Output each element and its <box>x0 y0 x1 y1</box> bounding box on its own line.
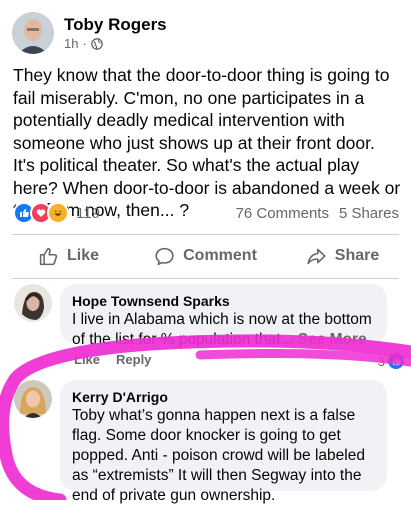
share-button[interactable]: Share <box>274 236 411 276</box>
shares-count[interactable]: 5 Shares <box>339 205 399 222</box>
thumbs-up-icon <box>39 247 58 265</box>
comment-like-button[interactable]: Like <box>74 352 100 370</box>
comment-item: Kerry D'Arrigo Toby what’s gonna happen … <box>14 380 387 504</box>
post-time[interactable]: 1h <box>64 35 78 53</box>
comment-text: Toby what’s gonna happen next is a false… <box>72 407 365 504</box>
commenter-avatar[interactable] <box>14 284 52 322</box>
comment-bubble: Hope Townsend Sparks I live in Alabama w… <box>60 284 387 348</box>
share-arrow-icon <box>307 248 326 264</box>
author-avatar[interactable] <box>12 12 54 54</box>
comment-button[interactable]: Comment <box>137 236 274 276</box>
action-bar: Like Comment Share <box>0 236 411 276</box>
like-reaction-icon <box>388 353 404 369</box>
reactions-row: 119 76 Comments 5 Shares <box>13 202 399 224</box>
comment-bubble: Kerry D'Arrigo Toby what’s gonna happen … <box>60 380 387 504</box>
commenter-name[interactable]: Kerry D'Arrigo <box>72 388 375 406</box>
commenter-name[interactable]: Hope Townsend Sparks <box>72 292 375 310</box>
reaction-count[interactable]: 119 <box>76 205 100 222</box>
divider <box>12 278 399 279</box>
divider <box>12 234 399 235</box>
comments-count[interactable]: 76 Comments <box>236 205 329 222</box>
author-name[interactable]: Toby Rogers <box>64 14 167 35</box>
comment-reactions[interactable]: 3 <box>378 352 404 370</box>
comment-reply-button[interactable]: Reply <box>116 352 151 370</box>
comment-item: Hope Townsend Sparks I live in Alabama w… <box>14 284 387 348</box>
post-header: Toby Rogers 1h · <box>12 12 167 54</box>
comment-actions: Like Reply 3 <box>74 352 404 370</box>
globe-icon <box>90 37 103 50</box>
see-more-link[interactable]: See More <box>298 331 367 348</box>
commenter-avatar[interactable] <box>14 380 52 418</box>
comment-bubble-icon <box>155 247 174 265</box>
comment-reaction-count: 3 <box>377 353 385 369</box>
like-button[interactable]: Like <box>0 236 137 276</box>
post-text: They know that the door-to-door thing is… <box>13 65 401 220</box>
reaction-icons[interactable] <box>13 202 69 224</box>
haha-reaction-icon <box>47 202 69 224</box>
